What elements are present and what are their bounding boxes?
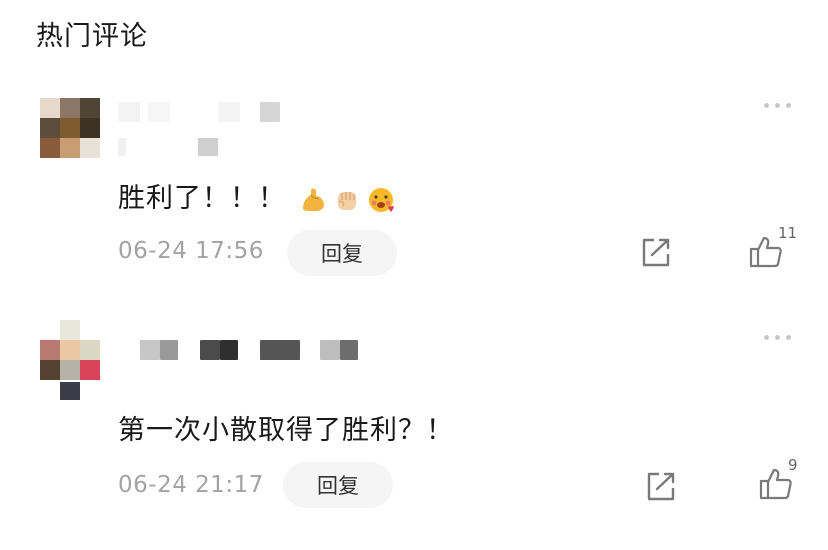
flexed-biceps-icon xyxy=(303,188,324,211)
like-button[interactable]: 9 xyxy=(758,456,818,506)
comment-timestamp: 06-24 21:17 xyxy=(118,472,264,498)
comment-content: 胜利了！！！ xyxy=(118,176,396,215)
avatar[interactable] xyxy=(40,320,100,380)
like-count: 11 xyxy=(778,224,798,242)
comment-text: 第一次小散取得了胜利？！ xyxy=(118,415,454,446)
raised-fist-icon xyxy=(338,191,356,210)
emoji-group xyxy=(298,185,396,215)
comment-text: 胜利了！！！ xyxy=(118,183,286,214)
comment-item: 胜利了！！！ 06-24 17:56 回复 11 xyxy=(0,98,828,328)
section-title: 热门评论 xyxy=(36,21,148,52)
reply-button[interactable]: 回复 xyxy=(283,462,393,508)
more-options-icon[interactable] xyxy=(764,98,798,112)
share-icon[interactable] xyxy=(638,234,674,270)
comment-content: 第一次小散取得了胜利？！ xyxy=(118,408,454,447)
reply-button[interactable]: 回复 xyxy=(287,230,397,276)
comment-timestamp: 06-24 17:56 xyxy=(118,238,264,264)
share-icon[interactable] xyxy=(643,468,679,504)
more-options-icon[interactable] xyxy=(764,330,798,344)
face-blowing-kiss-icon xyxy=(369,187,394,212)
comment-item: 第一次小散取得了胜利？！ 06-24 21:17 回复 9 xyxy=(0,320,828,550)
avatar[interactable] xyxy=(40,98,100,158)
like-button[interactable]: 11 xyxy=(748,224,808,274)
like-count: 9 xyxy=(788,456,798,474)
